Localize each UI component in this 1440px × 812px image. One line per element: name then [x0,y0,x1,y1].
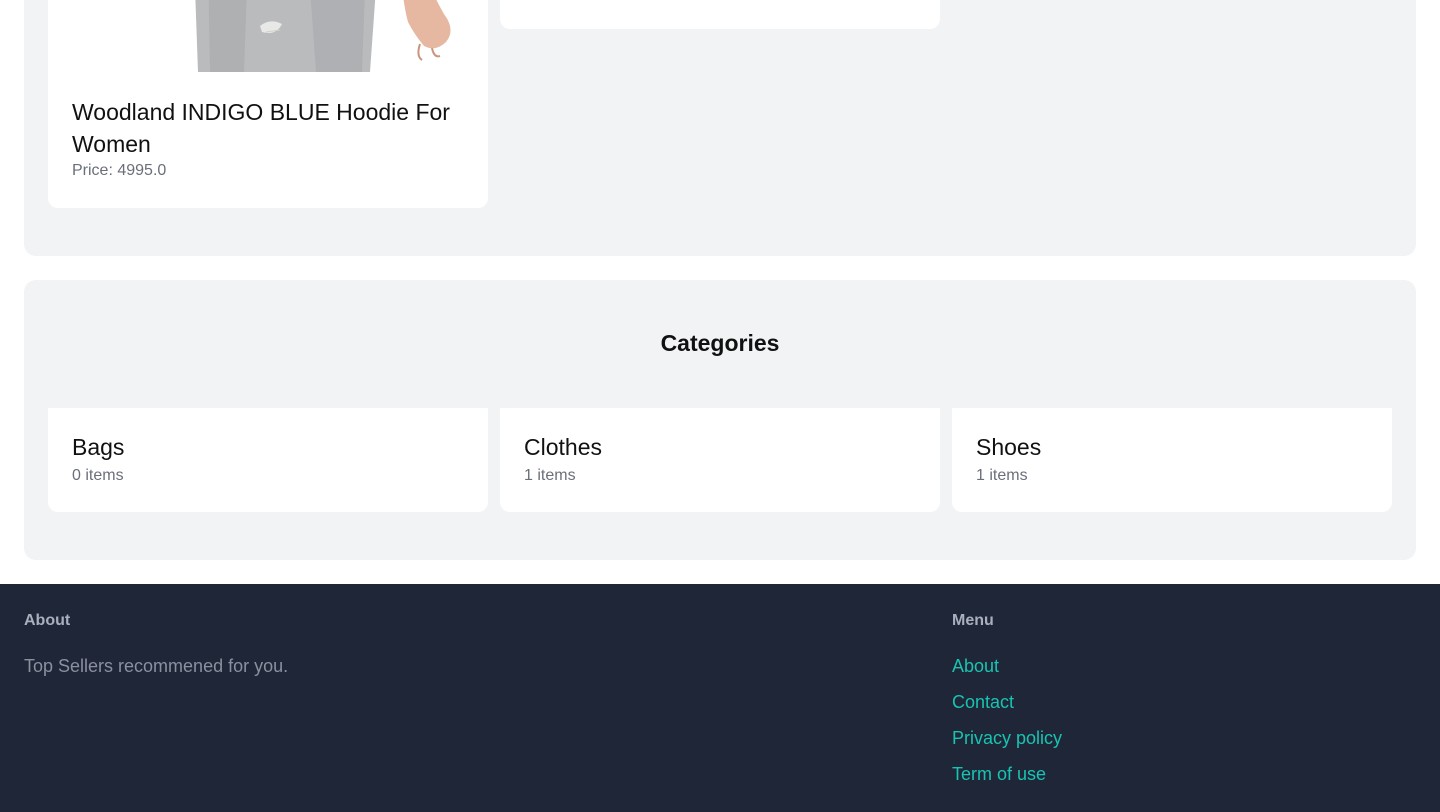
footer-link-about[interactable]: About [952,656,999,676]
category-card-shoes[interactable]: Shoes 1 items [952,408,1392,512]
product-card[interactable]: Woodland INDIGO BLUE Hoodie For Women Pr… [48,0,488,208]
category-count: 1 items [976,467,1028,484]
footer-link-privacy-policy[interactable]: Privacy policy [952,728,1062,748]
product-card[interactable] [500,0,940,29]
category-count: 0 items [72,467,124,484]
footer-menu: About Contact Privacy policy Term of use [952,656,1062,800]
footer-link-contact[interactable]: Contact [952,692,1014,712]
product-title[interactable]: Woodland INDIGO BLUE Hoodie For Women [72,96,464,160]
footer-about-text: Top Sellers recommened for you. [24,656,289,676]
footer-link-term-of-use[interactable]: Term of use [952,764,1046,784]
categories-title: Categories [660,330,780,356]
footer-about-heading: About [24,612,71,629]
category-name: Bags [72,434,125,460]
footer-menu-item: About [952,656,1062,692]
category-card-bags[interactable]: Bags 0 items [48,408,488,512]
footer-menu-item: Term of use [952,764,1062,800]
page: Woodland INDIGO BLUE Hoodie For Women Pr… [0,0,1440,812]
footer: About Top Sellers recommened for you. Me… [0,584,1440,812]
category-name: Clothes [524,434,602,460]
footer-menu-item: Contact [952,692,1062,728]
category-name: Shoes [976,434,1042,460]
product-price: Price: 4995.0 [72,162,167,179]
products-section: Woodland INDIGO BLUE Hoodie For Women Pr… [24,0,1416,256]
footer-menu-heading: Menu [952,612,994,629]
category-count: 1 items [524,467,576,484]
categories-section: Categories Bags 0 items Clothes 1 items … [24,280,1416,560]
product-image[interactable] [48,0,488,72]
footer-menu-item: Privacy policy [952,728,1062,764]
product-photo-icon [48,0,488,72]
category-card-clothes[interactable]: Clothes 1 items [500,408,940,512]
